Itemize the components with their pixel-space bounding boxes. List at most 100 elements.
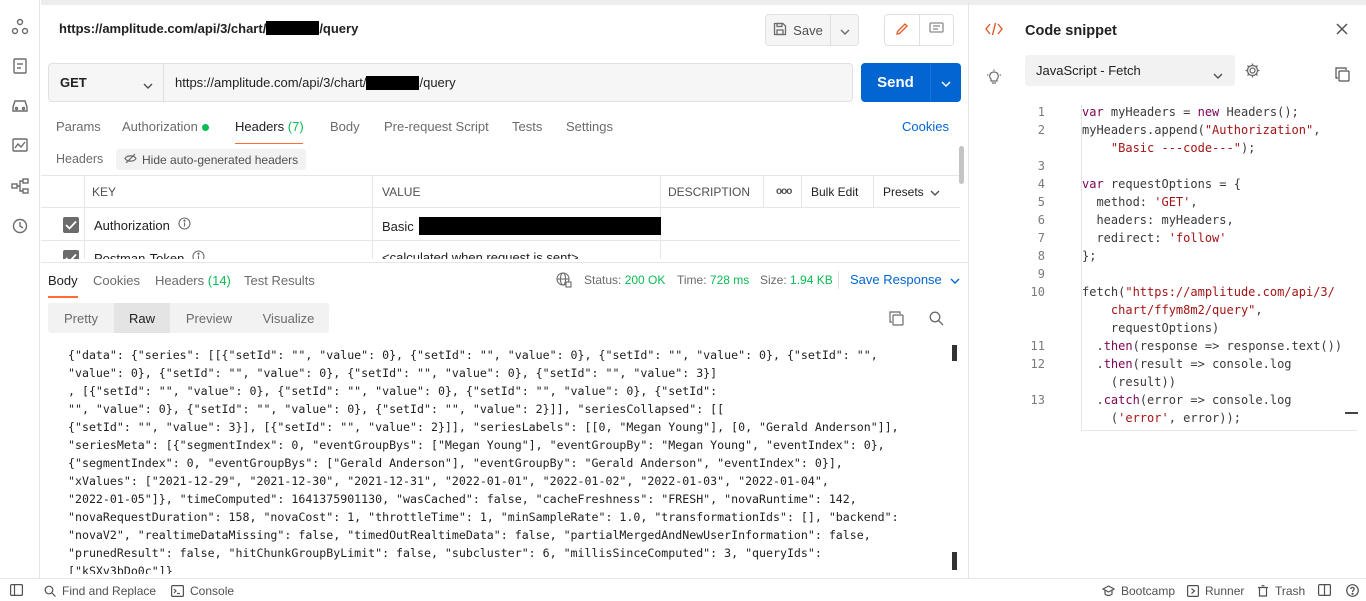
gear-icon[interactable] (1244, 62, 1261, 82)
tab-pre-request-script[interactable]: Pre-request Script (384, 119, 489, 134)
editor-mode-toggle (884, 14, 954, 46)
save-button[interactable]: Save (765, 14, 831, 46)
code-line: "Basic ---code---"); (1025, 139, 1365, 157)
response-body-line: "novaRequestDuration": 158, "novaCost": … (68, 510, 899, 524)
response-status[interactable]: Status: 200 OK (584, 273, 665, 287)
bulk-edit-button[interactable]: Bulk Edit (811, 175, 858, 208)
eye-off-icon (124, 153, 137, 167)
response-size[interactable]: Size: 1.94 KB (760, 273, 833, 287)
lightbulb-icon[interactable] (986, 69, 1002, 88)
code-line: 3 (1025, 157, 1365, 175)
status-bar: Find and Replace Console Bootcamp Runner… (0, 578, 1366, 601)
find-and-replace-button[interactable]: Find and Replace (44, 584, 156, 598)
time-value: 728 ms (709, 273, 750, 287)
edit-mode-button[interactable] (885, 15, 920, 45)
save-response-dropdown[interactable]: Save Response (850, 272, 960, 287)
globe-icon[interactable] (556, 272, 572, 291)
tab-headers[interactable]: Headers (7) (235, 119, 304, 134)
copy-icon[interactable] (889, 311, 904, 329)
header-key-cell[interactable]: Postman-Token (94, 250, 205, 259)
save-response-label: Save Response (850, 272, 942, 287)
tab-tests[interactable]: Tests (512, 119, 542, 134)
tab-body[interactable]: Body (330, 119, 360, 134)
tab-params[interactable]: Params (56, 119, 101, 134)
response-body-raw[interactable]: {"data": {"series": [[{"setId": "", "val… (68, 346, 948, 574)
headers-table: KEY VALUE DESCRIPTION ooo Bulk Edit Pres… (41, 175, 960, 259)
snippet-language-value: JavaScript - Fetch (1036, 63, 1141, 78)
code-line: 8}; (1025, 247, 1365, 265)
send-options-dropdown[interactable] (930, 63, 961, 102)
two-pane-view-icon[interactable] (1318, 584, 1331, 596)
trash-button[interactable]: Trash (1257, 584, 1305, 598)
presets-dropdown[interactable]: Presets (883, 175, 940, 208)
code-snippet-editor[interactable]: 1 var myHeaders = new Headers(); 2 myHeade… (1025, 103, 1365, 427)
line-number: 4 (1037, 177, 1045, 191)
runner-button[interactable]: Runner (1187, 584, 1244, 598)
view-tab-pretty[interactable]: Pretty (48, 303, 114, 333)
request-scrollbar[interactable] (959, 146, 964, 184)
save-options-dropdown[interactable] (831, 14, 859, 46)
response-scrollbar-bottom[interactable] (952, 552, 957, 570)
request-title[interactable]: https://amplitude.com/api/3/chart/ /query (59, 21, 358, 36)
response-tab-bar: Body Cookies Headers (14) Test Results S… (41, 262, 968, 298)
code-icon[interactable] (985, 22, 1003, 39)
comments-button[interactable] (920, 15, 954, 45)
line-number: 9 (1037, 267, 1045, 281)
code-text: fetch("https://amplitude.com/api/3/ (1082, 285, 1335, 299)
help-icon[interactable] (1346, 584, 1359, 597)
column-description: DESCRIPTION (668, 184, 751, 199)
tab-headers-count: (7) (287, 119, 304, 134)
tab-authorization[interactable]: Authorization (122, 119, 209, 134)
tab-response-headers[interactable]: Headers (14) (155, 273, 231, 288)
code-text: .then(response => response.text()) (1082, 339, 1343, 353)
code-line: 7 redirect: 'follow' (1025, 229, 1365, 247)
environments-icon[interactable] (11, 57, 29, 75)
monitors-icon[interactable] (11, 136, 29, 154)
chevron-down-icon (840, 23, 850, 38)
toggle-sidebar-icon[interactable] (10, 584, 23, 596)
hide-auto-generated-headers-button[interactable]: Hide auto-generated headers (116, 149, 307, 170)
row-enabled-checkbox[interactable] (63, 217, 79, 233)
find-and-replace-label: Find and Replace (62, 584, 157, 598)
active-tab-indicator (235, 143, 303, 144)
view-tab-preview[interactable]: Preview (170, 303, 248, 333)
more-options-button[interactable]: ooo (776, 175, 792, 208)
cookies-link[interactable]: Cookies (902, 119, 949, 134)
response-body-line: {"setId": "", "value": 3}], [{"setId": "… (68, 420, 899, 434)
response-scrollbar-top[interactable] (952, 345, 957, 361)
url-input[interactable]: https://amplitude.com/api/3/chart/ /query (163, 63, 853, 102)
tab-test-results[interactable]: Test Results (244, 273, 315, 288)
code-text: redirect: 'follow' (1082, 231, 1227, 245)
code-text: ('error', error)); (1082, 411, 1241, 425)
history-icon[interactable] (11, 217, 29, 235)
view-tab-visualize[interactable]: Visualize (248, 303, 329, 333)
column-key: KEY (92, 184, 117, 199)
snippet-language-select[interactable]: JavaScript - Fetch (1025, 55, 1235, 86)
view-tab-raw[interactable]: Raw (114, 303, 170, 333)
code-line: requestOptions) (1025, 319, 1365, 337)
tab-settings[interactable]: Settings (566, 119, 613, 134)
console-button[interactable]: Console (171, 584, 234, 598)
line-number: 7 (1037, 231, 1045, 245)
send-button[interactable]: Send (861, 63, 930, 102)
copy-snippet-icon[interactable] (1335, 67, 1350, 85)
info-icon (178, 217, 191, 233)
row-enabled-checkbox[interactable] (63, 250, 79, 259)
apis-icon[interactable] (11, 18, 29, 36)
header-key-cell[interactable]: Authorization (94, 217, 191, 233)
tab-response-cookies[interactable]: Cookies (93, 273, 140, 288)
header-value-cell[interactable]: <calculated when request is sent> (382, 250, 579, 259)
bootcamp-icon (1102, 585, 1115, 597)
method-select[interactable]: GET (48, 63, 164, 102)
header-value-cell[interactable]: Basic (382, 217, 661, 235)
response-view-tabs: Pretty Raw Preview Visualize (48, 303, 329, 333)
close-icon[interactable] (1336, 23, 1348, 38)
response-body-line: "2022-01-05"]}, "timeComputed": 16413759… (68, 492, 857, 506)
tab-response-body[interactable]: Body (48, 273, 78, 288)
search-icon[interactable] (929, 311, 944, 329)
flows-icon[interactable] (11, 177, 29, 195)
bootcamp-button[interactable]: Bootcamp (1102, 584, 1175, 598)
mock-servers-icon[interactable] (11, 96, 29, 114)
response-time[interactable]: Time: 728 ms (677, 273, 749, 287)
bootcamp-label: Bootcamp (1121, 584, 1176, 598)
